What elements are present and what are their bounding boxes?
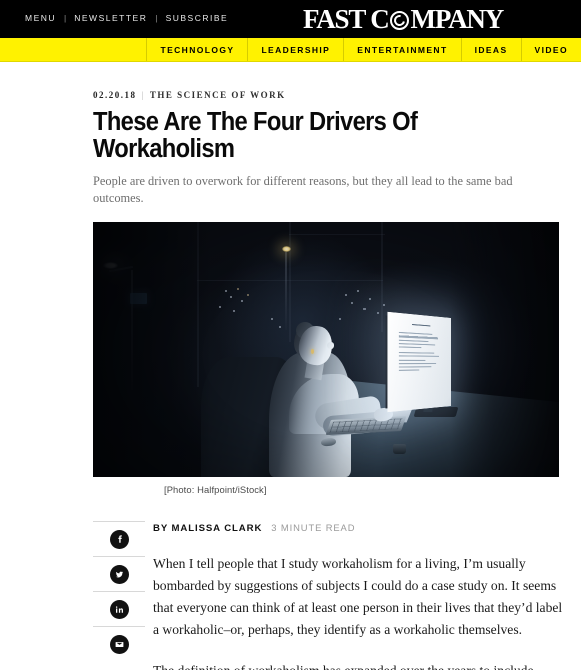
nav-item-ideas[interactable]: IDEAS (460, 38, 521, 61)
nav-item-entertainment[interactable]: ENTERTAINMENT (343, 38, 460, 61)
twitter-icon (115, 571, 123, 577)
logo-text-part2: MPANY (410, 4, 505, 34)
share-email-button[interactable] (109, 634, 129, 654)
article: 02.20.18 | THE SCIENCE OF WORK These Are T… (0, 90, 581, 670)
envelope-icon (115, 641, 123, 647)
share-twitter-button[interactable] (109, 564, 129, 584)
nav-item-technology[interactable]: TECHNOLOGY (146, 38, 247, 61)
image-caption: [Photo: Halfpoint/iStock] (164, 484, 267, 495)
hero-figure: [Photo: Halfpoint/iStock] (93, 222, 559, 495)
share-linkedin-button[interactable] (109, 599, 129, 619)
nav-item-leadership[interactable]: LEADERSHIP (247, 38, 343, 61)
article-kicker: 02.20.18 | THE SCIENCE OF WORK (93, 90, 559, 100)
byline: BY MALISSA CLARK 3 MINUTE READ (153, 522, 563, 534)
page-title: These Are The Four Drivers Of Workaholis… (93, 108, 418, 163)
nav-item-video[interactable]: VIDEO (520, 38, 581, 61)
nav-link-subscribe[interactable]: SUBSCRIBE (166, 13, 229, 23)
utility-nav: MENU | NEWSLETTER | SUBSCRIBE (25, 13, 228, 23)
article-paragraph-2: The definition of workaholism has expand… (153, 660, 563, 670)
read-time: 3 MINUTE READ (271, 522, 356, 533)
nav-link-newsletter[interactable]: NEWSLETTER (74, 13, 147, 23)
kicker-separator: | (141, 90, 145, 100)
article-text-column: BY MALISSA CLARK 3 MINUTE READ When I te… (148, 521, 563, 670)
site-header: MENU | NEWSLETTER | SUBSCRIBE FAST C MPAN… (0, 0, 581, 38)
publish-date: 02.20.18 (93, 90, 137, 100)
category-nav: TECHNOLOGY LEADERSHIP ENTERTAINMENT IDEA… (0, 38, 581, 62)
article-body-row: BY MALISSA CLARK 3 MINUTE READ When I te… (93, 521, 563, 670)
facebook-icon (117, 534, 122, 543)
share-sidebar (93, 521, 148, 661)
paragraph-2-text-a: The definition of workaholism has expand… (153, 663, 534, 670)
article-category-link[interactable]: THE SCIENCE OF WORK (150, 90, 286, 100)
share-facebook-button[interactable] (109, 529, 129, 549)
utility-separator-1: | (64, 13, 67, 23)
article-dek: People are driven to overwork for differ… (93, 174, 513, 205)
byline-author[interactable]: BY MALISSA CLARK (153, 523, 262, 534)
logo-text-part1: FAST C (302, 4, 390, 34)
fast-company-logo[interactable]: FAST C MPANY (302, 4, 505, 34)
utility-separator-2: | (155, 13, 158, 23)
article-paragraph-1: When I tell people that I study workahol… (153, 556, 563, 637)
hero-image (93, 222, 559, 477)
linkedin-icon (115, 605, 123, 613)
nav-link-menu[interactable]: MENU (25, 13, 56, 23)
